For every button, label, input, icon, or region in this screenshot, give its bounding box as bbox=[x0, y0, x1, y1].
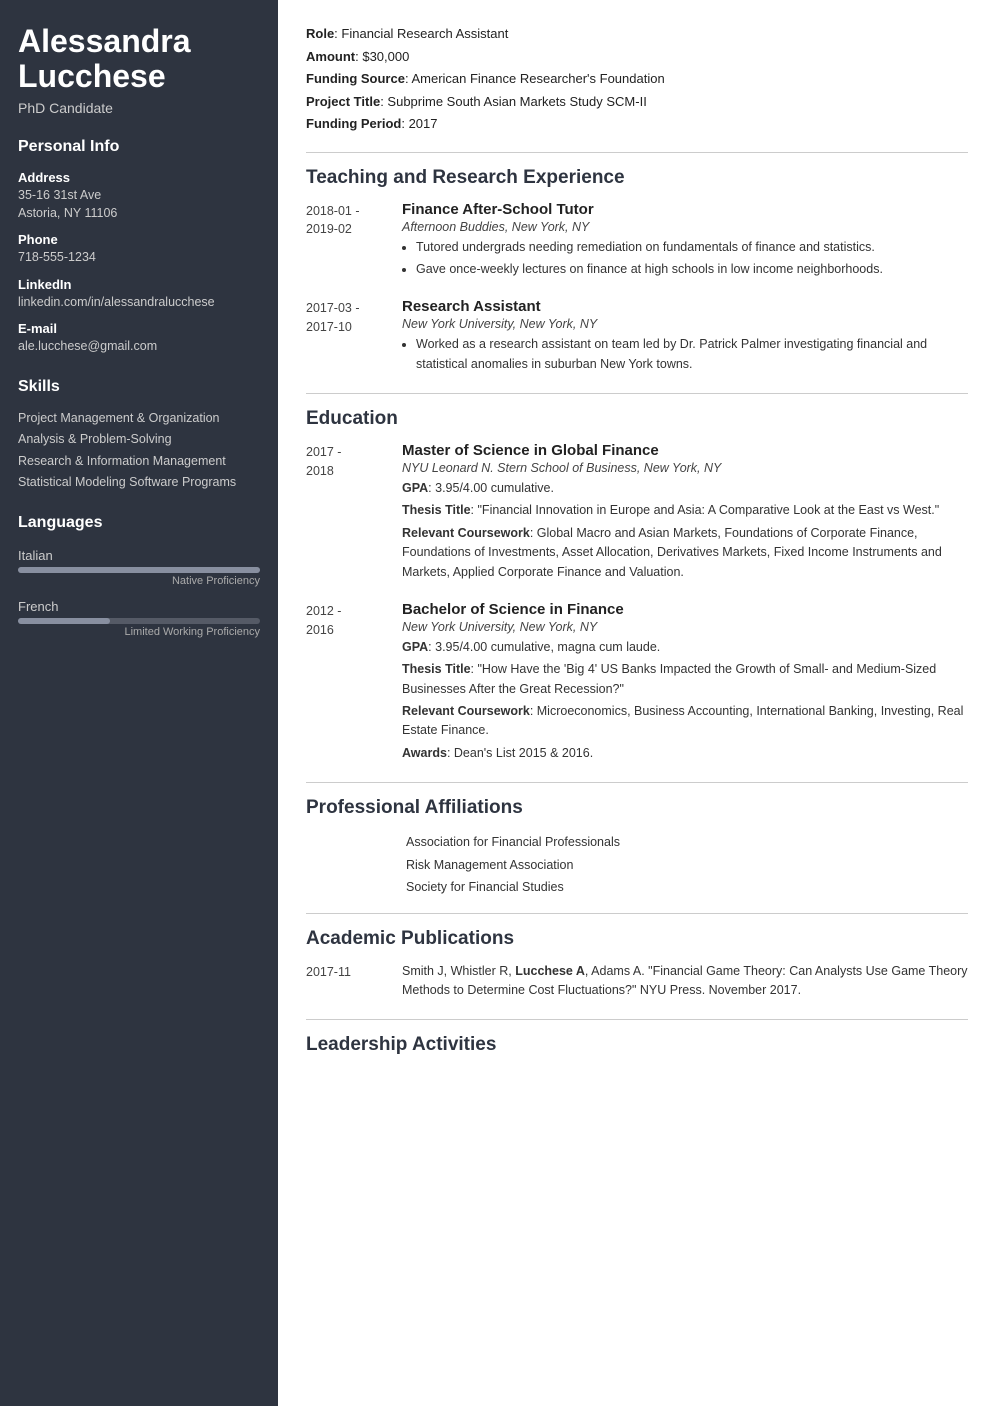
teaching-section-title: Teaching and Research Experience bbox=[306, 167, 968, 189]
affiliations-section-title: Professional Affiliations bbox=[306, 797, 968, 819]
entry-body: Relevant Coursework: Microeconomics, Bus… bbox=[402, 702, 968, 741]
language-bar-bg-french bbox=[18, 618, 260, 624]
email-value: ale.lucchese@gmail.com bbox=[18, 338, 260, 356]
skill-item: Project Management & Organization bbox=[18, 410, 260, 428]
entry-date: 2018-01 -2019-02 bbox=[306, 201, 386, 283]
entry-body: Awards: Dean's List 2015 & 2016. bbox=[402, 744, 968, 763]
linkedin-label: LinkedIn bbox=[18, 277, 260, 292]
entry-title: Master of Science in Global Finance bbox=[402, 442, 968, 459]
phone-label: Phone bbox=[18, 232, 260, 247]
entry-date: 2017-11 bbox=[306, 962, 386, 1004]
divider bbox=[306, 1019, 968, 1020]
grant-role: Role: Financial Research Assistant bbox=[306, 24, 968, 44]
grant-amount: Amount: $30,000 bbox=[306, 47, 968, 67]
language-bar-fill-italian bbox=[18, 567, 260, 573]
languages-section-title: Languages bbox=[18, 514, 260, 536]
linkedin-value: linkedin.com/in/alessandralucchese bbox=[18, 294, 260, 312]
publication-entry-1: 2017-11 Smith J, Whistler R, Lucchese A,… bbox=[306, 962, 968, 1004]
publication-text: Smith J, Whistler R, Lucchese A, Adams A… bbox=[402, 962, 968, 1001]
divider bbox=[306, 782, 968, 783]
address-label: Address bbox=[18, 170, 260, 185]
entry-content: Finance After-School Tutor Afternoon Bud… bbox=[402, 201, 968, 283]
phone-value: 718-555-1234 bbox=[18, 249, 260, 267]
entry-org: Afternoon Buddies, New York, NY bbox=[402, 220, 968, 234]
affiliation-item: Association for Financial Professionals bbox=[406, 831, 968, 854]
entry-title: Finance After-School Tutor bbox=[402, 201, 968, 218]
language-name-italian: Italian bbox=[18, 548, 260, 563]
language-bar-fill-french bbox=[18, 618, 110, 624]
skills-list: Project Management & Organization Analys… bbox=[18, 410, 260, 492]
email-label: E-mail bbox=[18, 321, 260, 336]
bullet-item: Worked as a research assistant on team l… bbox=[416, 335, 968, 374]
teaching-entry-1: 2018-01 -2019-02 Finance After-School Tu… bbox=[306, 201, 968, 283]
affiliations-list: Association for Financial Professionals … bbox=[406, 831, 968, 899]
entry-body: Thesis Title: "Financial Innovation in E… bbox=[402, 501, 968, 520]
entry-content: Master of Science in Global Finance NYU … bbox=[402, 442, 968, 585]
skill-item: Analysis & Problem-Solving bbox=[18, 431, 260, 449]
entry-date: 2012 -2016 bbox=[306, 601, 386, 766]
skills-section-title: Skills bbox=[18, 378, 260, 400]
divider bbox=[306, 152, 968, 153]
candidate-title: PhD Candidate bbox=[18, 100, 260, 116]
language-bar-bg-italian bbox=[18, 567, 260, 573]
entry-org: New York University, New York, NY bbox=[402, 317, 968, 331]
education-entry-1: 2017 -2018 Master of Science in Global F… bbox=[306, 442, 968, 585]
grant-funding-source: Funding Source: American Finance Researc… bbox=[306, 69, 968, 89]
language-italian: Italian Native Proficiency bbox=[18, 548, 260, 587]
entry-body: GPA: 3.95/4.00 cumulative. bbox=[402, 479, 968, 498]
skill-item: Statistical Modeling Software Programs bbox=[18, 474, 260, 492]
language-level-italian: Native Proficiency bbox=[18, 575, 260, 587]
bullet-list: Tutored undergrads needing remediation o… bbox=[416, 238, 968, 280]
education-section-title: Education bbox=[306, 408, 968, 430]
language-french: French Limited Working Proficiency bbox=[18, 599, 260, 638]
resume-container: Alessandra Lucchese PhD Candidate Person… bbox=[0, 0, 996, 1406]
affiliation-item: Society for Financial Studies bbox=[406, 876, 968, 899]
grant-project-title: Project Title: Subprime South Asian Mark… bbox=[306, 92, 968, 112]
entry-title: Bachelor of Science in Finance bbox=[402, 601, 968, 618]
entry-content: Smith J, Whistler R, Lucchese A, Adams A… bbox=[402, 962, 968, 1004]
bullet-item: Tutored undergrads needing remediation o… bbox=[416, 238, 968, 257]
entry-date: 2017 -2018 bbox=[306, 442, 386, 585]
entry-body: Thesis Title: "How Have the 'Big 4' US B… bbox=[402, 660, 968, 699]
skill-item: Research & Information Management bbox=[18, 453, 260, 471]
entry-content: Research Assistant New York University, … bbox=[402, 298, 968, 377]
entry-body: GPA: 3.95/4.00 cumulative, magna cum lau… bbox=[402, 638, 968, 657]
language-name-french: French bbox=[18, 599, 260, 614]
affiliation-item: Risk Management Association bbox=[406, 854, 968, 877]
entry-org: New York University, New York, NY bbox=[402, 620, 968, 634]
entry-title: Research Assistant bbox=[402, 298, 968, 315]
address-value: 35-16 31st AveAstoria, NY 11106 bbox=[18, 187, 260, 222]
divider bbox=[306, 913, 968, 914]
teaching-entry-2: 2017-03 -2017-10 Research Assistant New … bbox=[306, 298, 968, 377]
main-content: Role: Financial Research Assistant Amoun… bbox=[278, 0, 996, 1406]
grant-funding-period: Funding Period: 2017 bbox=[306, 114, 968, 134]
education-entry-2: 2012 -2016 Bachelor of Science in Financ… bbox=[306, 601, 968, 766]
leadership-section-title: Leadership Activities bbox=[306, 1034, 968, 1056]
grant-block: Role: Financial Research Assistant Amoun… bbox=[306, 24, 968, 134]
publications-section-title: Academic Publications bbox=[306, 928, 968, 950]
bullet-item: Gave once-weekly lectures on finance at … bbox=[416, 260, 968, 279]
language-level-french: Limited Working Proficiency bbox=[18, 626, 260, 638]
personal-info-section-title: Personal Info bbox=[18, 138, 260, 160]
candidate-name: Alessandra Lucchese bbox=[18, 24, 260, 94]
entry-body: Relevant Coursework: Global Macro and As… bbox=[402, 524, 968, 582]
entry-org: NYU Leonard N. Stern School of Business,… bbox=[402, 461, 968, 475]
sidebar: Alessandra Lucchese PhD Candidate Person… bbox=[0, 0, 278, 1406]
entry-content: Bachelor of Science in Finance New York … bbox=[402, 601, 968, 766]
entry-date: 2017-03 -2017-10 bbox=[306, 298, 386, 377]
bullet-list: Worked as a research assistant on team l… bbox=[416, 335, 968, 374]
divider bbox=[306, 393, 968, 394]
